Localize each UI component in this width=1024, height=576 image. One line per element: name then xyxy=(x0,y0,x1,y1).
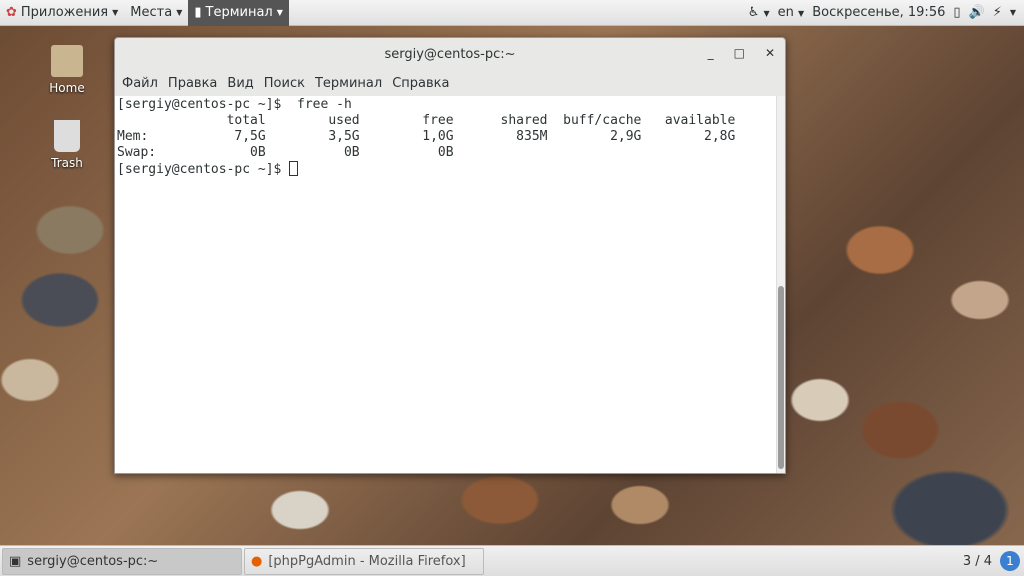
applications-menu[interactable]: ✿ Приложения ▼ xyxy=(0,0,124,26)
notification-badge[interactable]: 1 xyxy=(1000,551,1020,571)
desktop-trash[interactable]: Trash xyxy=(42,120,92,170)
terminal-app-menu[interactable]: ▮ Терминал ▼ xyxy=(188,0,289,26)
menu-bar: Файл Правка Вид Поиск Терминал Справка xyxy=(115,71,785,96)
trash-icon xyxy=(54,120,80,152)
volume-icon[interactable]: 🔊 xyxy=(969,5,985,20)
top-panel: ✿ Приложения ▼ Места ▼ ▮ Терминал ▼ ♿ ▼ en ▼ … xyxy=(0,0,1024,26)
scrollbar-thumb[interactable] xyxy=(778,286,784,469)
clock[interactable]: Воскресенье, 19:56 xyxy=(812,5,945,20)
title-bar[interactable]: sergiy@centos-pc:~ _ □ ✕ xyxy=(115,38,785,71)
chevron-down-icon: ▼ xyxy=(176,8,183,17)
minimize-button[interactable]: _ xyxy=(708,46,714,60)
maximize-button[interactable]: □ xyxy=(734,46,745,60)
chevron-down-icon: ▼ xyxy=(276,8,283,17)
places-menu[interactable]: Места ▼ xyxy=(124,0,188,26)
menu-file[interactable]: Файл xyxy=(122,76,158,91)
task-firefox[interactable]: ● [phpPgAdmin - Mozilla Firefox] xyxy=(244,547,484,575)
accessibility-icon[interactable]: ♿ ▼ xyxy=(748,5,770,20)
battery-icon[interactable]: ⚡ xyxy=(993,5,1002,20)
terminal-window: sergiy@centos-pc:~ _ □ ✕ Файл Правка Вид П… xyxy=(114,37,786,474)
display-icon[interactable]: ▯ xyxy=(953,5,960,20)
close-button[interactable]: ✕ xyxy=(765,46,775,60)
desktop-home[interactable]: Home xyxy=(42,45,92,95)
terminal-icon: ▣ xyxy=(9,553,22,569)
menu-help[interactable]: Справка xyxy=(392,76,449,91)
workspace-indicator[interactable]: 3 / 4 xyxy=(963,554,992,569)
terminal-icon: ▮ xyxy=(194,5,202,20)
chevron-down-icon[interactable]: ▼ xyxy=(1010,8,1016,17)
bottom-panel: ▣ sergiy@centos-pc:~ ● [phpPgAdmin - Mozil… xyxy=(0,545,1024,576)
menu-search[interactable]: Поиск xyxy=(264,76,305,91)
home-folder-icon xyxy=(51,45,83,77)
scrollbar[interactable] xyxy=(776,96,785,473)
task-terminal[interactable]: ▣ sergiy@centos-pc:~ xyxy=(2,547,242,575)
language-selector[interactable]: en ▼ xyxy=(778,5,805,20)
firefox-icon: ● xyxy=(251,553,263,569)
terminal-output[interactable]: [sergiy@centos-pc ~]$ free -h total used… xyxy=(115,96,785,473)
gnome-foot-icon: ✿ xyxy=(6,5,17,20)
menu-terminal[interactable]: Терминал xyxy=(315,76,382,91)
text-cursor xyxy=(289,161,299,176)
menu-edit[interactable]: Правка xyxy=(168,76,217,91)
menu-view[interactable]: Вид xyxy=(227,76,253,91)
chevron-down-icon: ▼ xyxy=(112,8,119,17)
